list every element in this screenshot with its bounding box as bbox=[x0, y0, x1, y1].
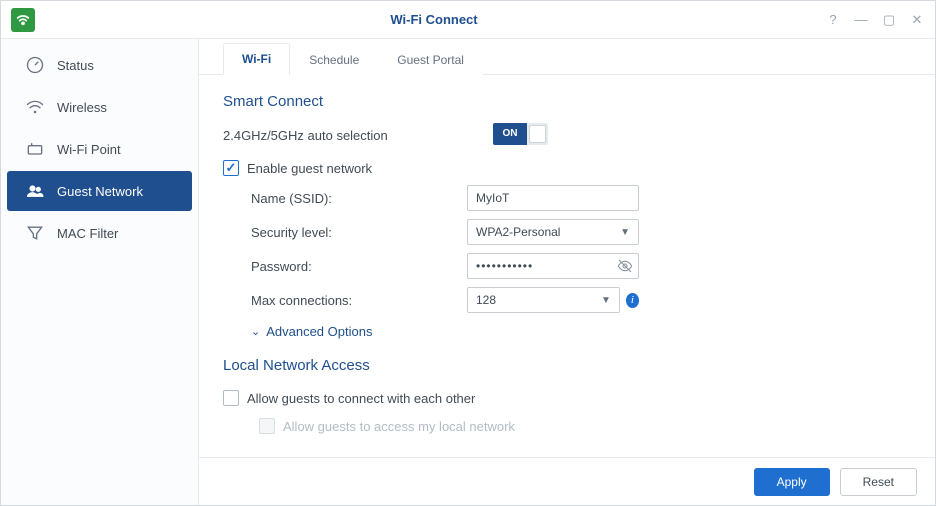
reset-button[interactable]: Reset bbox=[840, 468, 917, 496]
allow-guests-each-other-checkbox[interactable] bbox=[223, 390, 239, 406]
toggle-on-text: ON bbox=[493, 123, 527, 145]
auto-selection-label: 2.4GHz/5GHz auto selection bbox=[223, 128, 493, 143]
security-select[interactable]: WPA2-Personal ▼ bbox=[467, 219, 639, 245]
max-conn-label: Max connections: bbox=[223, 293, 467, 308]
window-title: Wi-Fi Connect bbox=[43, 12, 825, 27]
auto-selection-toggle[interactable]: ON bbox=[493, 123, 548, 145]
sidebar-item-status[interactable]: Status bbox=[7, 45, 192, 85]
allow-guests-each-other-label: Allow guests to connect with each other bbox=[247, 391, 475, 406]
ssid-input[interactable] bbox=[467, 185, 639, 211]
titlebar: Wi-Fi Connect ? — ▢ ✕ bbox=[1, 1, 935, 39]
section-title-smart-connect: Smart Connect bbox=[223, 93, 911, 110]
tab-schedule[interactable]: Schedule bbox=[290, 44, 378, 75]
sidebar-item-guest-network[interactable]: Guest Network bbox=[7, 171, 192, 211]
max-conn-value: 128 bbox=[476, 293, 496, 307]
chevron-down-icon: ▼ bbox=[620, 227, 630, 238]
sidebar-item-label: MAC Filter bbox=[57, 226, 118, 241]
chevron-down-icon: ⌄ bbox=[251, 325, 260, 338]
chevron-down-icon: ▼ bbox=[601, 295, 611, 306]
filter-icon bbox=[25, 223, 45, 243]
sidebar-item-label: Guest Network bbox=[57, 184, 143, 199]
minimize-icon[interactable]: — bbox=[853, 12, 869, 28]
footer: Apply Reset bbox=[199, 457, 935, 505]
gauge-icon bbox=[25, 55, 45, 75]
close-icon[interactable]: ✕ bbox=[909, 12, 925, 28]
advanced-label: Advanced Options bbox=[266, 324, 372, 339]
wifi-icon bbox=[25, 97, 45, 117]
sidebar-item-wireless[interactable]: Wireless bbox=[7, 87, 192, 127]
sidebar-item-label: Wi-Fi Point bbox=[57, 142, 121, 157]
enable-guest-label: Enable guest network bbox=[247, 161, 372, 176]
sidebar: Status Wireless Wi-Fi Point Guest Networ… bbox=[1, 39, 199, 505]
section-title-local-access: Local Network Access bbox=[223, 357, 911, 374]
allow-guests-local-checkbox bbox=[259, 418, 275, 434]
eye-off-icon[interactable] bbox=[617, 258, 633, 277]
max-conn-select[interactable]: 128 ▼ bbox=[467, 287, 620, 313]
enable-guest-checkbox[interactable] bbox=[223, 160, 239, 176]
allow-guests-local-label: Allow guests to access my local network bbox=[283, 419, 515, 434]
password-label: Password: bbox=[223, 259, 467, 274]
advanced-options-toggle[interactable]: ⌄ Advanced Options bbox=[223, 318, 911, 345]
users-icon bbox=[25, 181, 45, 201]
help-icon[interactable]: ? bbox=[825, 12, 841, 28]
security-value: WPA2-Personal bbox=[476, 225, 560, 239]
apply-button[interactable]: Apply bbox=[754, 468, 830, 496]
password-input[interactable] bbox=[467, 253, 639, 279]
tabs: Wi-Fi Schedule Guest Portal bbox=[199, 39, 935, 75]
sidebar-item-wifi-point[interactable]: Wi-Fi Point bbox=[7, 129, 192, 169]
security-label: Security level: bbox=[223, 225, 467, 240]
maximize-icon[interactable]: ▢ bbox=[881, 12, 897, 28]
sidebar-item-mac-filter[interactable]: MAC Filter bbox=[7, 213, 192, 253]
ssid-label: Name (SSID): bbox=[223, 191, 467, 206]
app-icon bbox=[11, 8, 35, 32]
tab-wifi[interactable]: Wi-Fi bbox=[223, 43, 290, 75]
sidebar-item-label: Status bbox=[57, 58, 94, 73]
info-icon[interactable]: i bbox=[626, 293, 639, 308]
toggle-knob bbox=[529, 125, 546, 143]
sidebar-item-label: Wireless bbox=[57, 100, 107, 115]
tab-guest-portal[interactable]: Guest Portal bbox=[378, 44, 483, 75]
router-icon bbox=[25, 139, 45, 159]
